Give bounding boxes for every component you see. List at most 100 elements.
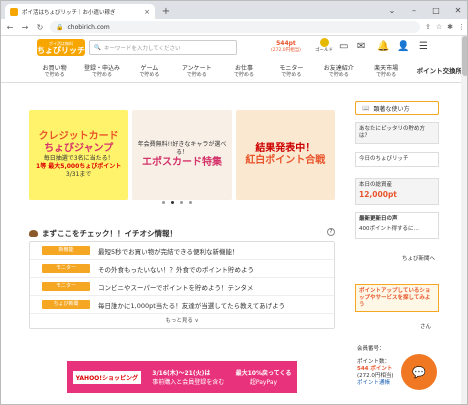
url-field[interactable]: 🔒 chobirich.com (50, 21, 420, 33)
nav-item-signup[interactable]: 登録・申込み で貯める (78, 61, 125, 82)
list-item[interactable]: モニター その外食もったいない！？外食でのポイント貯めよう (30, 260, 334, 278)
ad-line2: 事前購入と会員登録を含む (152, 379, 225, 386)
menu-icon[interactable]: ⋮ (458, 23, 465, 31)
cheer-text: 400ポイント得するに… (359, 226, 419, 232)
carousel-dot[interactable] (189, 201, 192, 204)
recommend-title: あなたにピッタリの貯め方は？ (359, 126, 426, 139)
promo-banner[interactable]: ポイントアップしているショップやサービスを探してみよう (355, 284, 439, 312)
chevron-down-icon[interactable]: ⌄ (381, 1, 403, 19)
maximize-icon[interactable]: □ (425, 1, 447, 19)
back-icon[interactable]: ← (5, 23, 15, 32)
gold-coin-icon (319, 38, 329, 47)
wallet-icon[interactable]: ▭ (339, 41, 348, 52)
reload-icon[interactable]: ↻ (35, 23, 45, 32)
search-placeholder: キーワードを入力してください (103, 45, 181, 52)
new-tab-button[interactable]: + (159, 5, 173, 19)
news-tag: モニター (42, 264, 90, 273)
close-icon[interactable]: ✕ (447, 1, 467, 19)
site-logo[interactable]: ポイ活は無料 ちょびリッチ (37, 39, 85, 56)
news-tag: ちょび新聞 (42, 300, 90, 309)
banner-date: 3/31まで (65, 171, 92, 178)
ad-badge-group: 最大10%戻ってくる 超PayPay (236, 368, 292, 386)
carousel-dot-active[interactable] (171, 201, 174, 204)
address-bar: ← → ↻ 🔒 chobirich.com ⇪ ☆ ✱ ⋮ (1, 19, 467, 36)
list-item[interactable]: モニター コンビニやスーパーでポイントを貯めよう！テンタメ (30, 278, 334, 296)
carousel-dot[interactable] (180, 201, 183, 204)
nav-label: お仕事 (235, 65, 254, 72)
recommend-box[interactable]: あなたにピッタリの貯め方は？ (355, 122, 439, 144)
banner-sub: 年会費無料!!好きなキャラが選べる！ (137, 141, 227, 156)
header-points-value: 544pt (276, 40, 296, 47)
nav-item-exchange[interactable]: ポイント交換所 (410, 61, 467, 82)
banner-carousel: クレジットカード ちょびジャンプ 毎日抽選で3名に当たる！ 1等 最大5,000… (29, 110, 335, 200)
header-points[interactable]: 544pt (272.0円相当) (271, 40, 301, 54)
banner-epos[interactable]: 年会費無料!!好きなキャラが選べる！ エポスカード特集 (132, 110, 232, 200)
chat-icon[interactable]: 💬 (401, 354, 437, 390)
nav-label: お友達紹介 (323, 65, 354, 72)
user-icon[interactable]: 👤 (397, 41, 409, 52)
minimize-icon[interactable]: – (403, 1, 425, 19)
scrollbar[interactable] (461, 36, 467, 404)
paypay-ad[interactable]: YAHOO!ショッピング 3/16(木)～21(火)は 事前購入と会員登録を含む… (67, 361, 297, 393)
header-points-yen: (272.0円相当) (271, 48, 301, 53)
user-greeting: さん (355, 324, 439, 331)
banner-prize: 1等 最大5,000ちょびポイント (36, 163, 122, 170)
nav-item-rakuten[interactable]: 楽天市場 で貯める (362, 61, 409, 82)
guide-button[interactable]: 📖 顕著な使い方 (355, 101, 439, 115)
hamburger-icon[interactable]: ☰ (419, 41, 428, 52)
cheer-box: 最新更新日の声 400ポイント得するに… (355, 212, 439, 239)
nav-sub: で貯める (92, 72, 113, 78)
today-box[interactable]: 今日のちょびリッチ (355, 152, 439, 167)
nav-item-shopping[interactable]: お買い物 で貯める (31, 61, 78, 82)
carousel-dot[interactable] (162, 201, 165, 204)
nav-item-game[interactable]: ゲーム で貯める (126, 61, 173, 82)
nav-item-work[interactable]: お仕事 で貯める (220, 61, 267, 82)
banner-title: エポスカード特集 (141, 157, 222, 168)
tab-title: ポイ活はちょびリッチ｜お小遣い稼ぎ (22, 9, 116, 16)
nav-sub: で貯める (139, 72, 160, 78)
nav-sub: で貯める (281, 72, 302, 78)
member-label: 会員番号： (357, 346, 385, 352)
featured-section: まずここをチェック！！イチオシ情報！ ? (29, 227, 335, 239)
forward-icon[interactable]: → (20, 23, 30, 32)
newspaper-link[interactable]: ちょび新聞へ (355, 256, 439, 263)
news-tag: モニター (42, 282, 90, 291)
nav-label: ゲーム (140, 65, 159, 72)
nav-item-survey[interactable]: アンケート で貯める (173, 61, 220, 82)
news-text: 最短5秒でお買い物が完結できる便利な新機能！ (98, 247, 239, 256)
list-item[interactable]: 新機能 最短5秒でお買い物が完結できる便利な新機能！ (30, 242, 334, 260)
site-header: ポイ活は無料 ちょびリッチ 🔍 キーワードを入力してください 544pt (27… (1, 36, 467, 60)
bell-icon[interactable]: 🔔 (377, 41, 389, 52)
more-button[interactable]: もっと見る ∨ (30, 314, 334, 328)
star-icon[interactable]: ☆ (436, 23, 442, 31)
mascot-icon (29, 229, 38, 237)
ad-badge: 最大10%戻ってくる (235, 370, 292, 377)
tab-close-icon[interactable]: × (144, 8, 150, 16)
banner-sub: ちょびジャンプ (44, 143, 114, 154)
nav-item-monitor[interactable]: モニター で貯める (268, 61, 315, 82)
lock-icon: 🔒 (56, 23, 64, 31)
nav-label: 登録・申込み (84, 65, 121, 72)
newspaper-link-text: ちょび新聞へ (401, 256, 435, 262)
book-icon: 📖 (362, 104, 370, 112)
browser-tab[interactable]: ポイ活はちょびリッチ｜お小遣い稼ぎ × (5, 4, 155, 19)
scrollbar-thumb[interactable] (462, 36, 467, 76)
ad-text: 3/16(木)～21(火)は 事前購入と会員登録を含む (152, 368, 224, 386)
search-input[interactable]: 🔍 キーワードを入力してください (89, 40, 237, 55)
share-icon[interactable]: ⇪ (425, 23, 431, 31)
nav-sub: で貯める (328, 72, 349, 78)
banner-credit-card[interactable]: クレジットカード ちょびジャンプ 毎日抽選で3名に当たる！ 1等 最大5,000… (29, 110, 129, 200)
mail-icon[interactable]: ✉ (357, 41, 365, 52)
search-icon: 🔍 (94, 44, 101, 51)
gold-rank[interactable]: ゴールド (314, 38, 334, 53)
help-icon[interactable]: ? (327, 228, 335, 236)
news-text: その外食もったいない！？外食でのポイント貯めよう (98, 265, 254, 274)
news-text: 毎日誰かに1,000pt当たる！友達が当選してたら教えてあげよう (98, 301, 286, 310)
nav-item-friend[interactable]: お友達紹介 で貯める (315, 61, 362, 82)
list-item[interactable]: ちょび新聞 毎日誰かに1,000pt当たる！友達が当選してたら教えてあげよう (30, 296, 334, 314)
extension-icon[interactable]: ✱ (447, 23, 453, 31)
main-nav: お買い物 で貯める 登録・申込み で貯める ゲーム で貯める アンケート で貯める お仕… (1, 61, 467, 83)
news-list: 新機能 最短5秒でお買い物が完結できる便利な新機能！ モニター その外食もったいない… (29, 241, 335, 329)
yahoo-logo: YAHOO!ショッピング (72, 370, 142, 384)
banner-result[interactable]: 結果発表中！ 紅白ポイント合戦 (235, 110, 335, 200)
